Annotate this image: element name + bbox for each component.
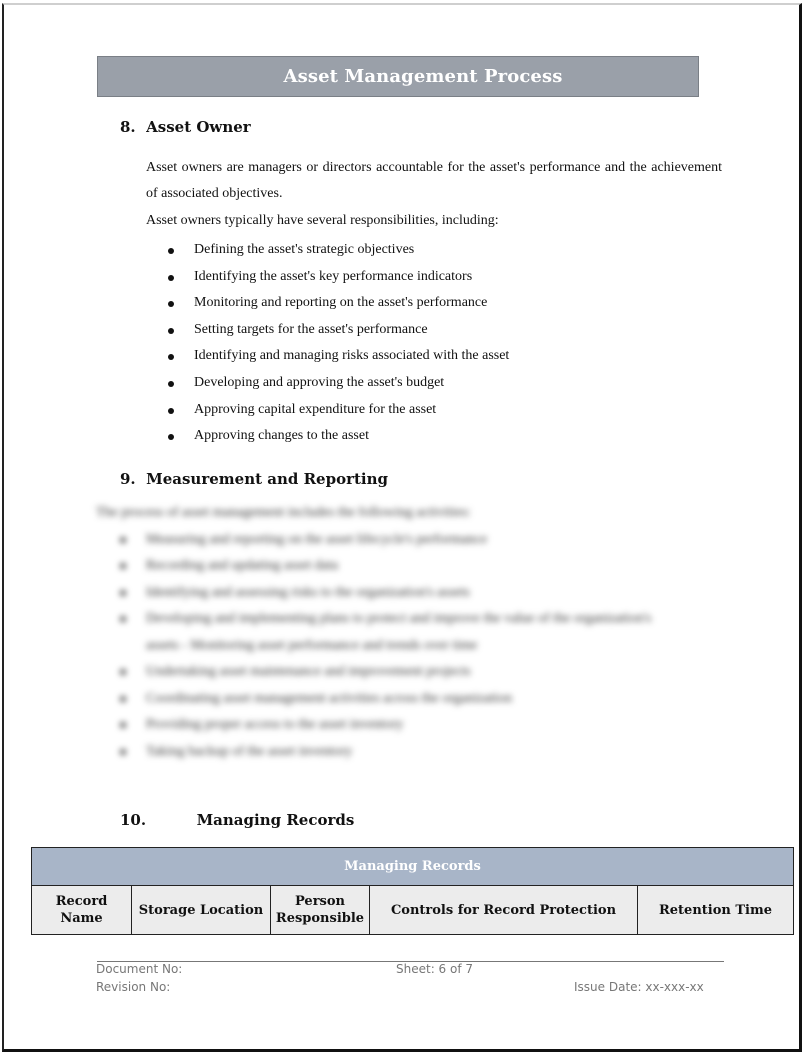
- bullet-icon: [120, 589, 126, 596]
- asset-owner-paragraph: Asset owners are managers or directors a…: [146, 160, 722, 201]
- section-number: 10.: [120, 811, 147, 829]
- section-title: Measurement and Reporting: [146, 470, 389, 488]
- section-9-heading: 9. Measurement and Reporting: [120, 470, 388, 488]
- list-item-text: Developing and implementing plans to pro…: [146, 611, 652, 626]
- list-item-text: Identifying and assessing risks to the o…: [146, 584, 470, 600]
- bullet-icon: [120, 722, 126, 728]
- list-item-text: Approving changes to the asset: [194, 428, 369, 444]
- bullet-icon: [168, 327, 174, 334]
- list-item-continuation: assets - Monitoring asset performance an…: [96, 633, 736, 660]
- column-header-retention-time: Retention Time: [637, 885, 794, 935]
- footer-issue-date: Issue Date: xx-xxx-xx: [574, 980, 704, 994]
- asset-owner-responsibilities-intro: Asset owners typically have several resp…: [146, 213, 499, 228]
- footer-sheet: Sheet: 6 of 7: [396, 962, 474, 976]
- list-item-text: Providing proper access to the asset inv…: [146, 717, 404, 732]
- bullet-icon: [168, 434, 174, 441]
- managing-records-table: Managing Records Record Name Storage Loca…: [31, 847, 794, 935]
- section-number: 9.: [120, 470, 136, 488]
- list-item: Measuring and reporting on the asset lif…: [96, 527, 736, 554]
- bullet-icon: [168, 301, 174, 308]
- column-header-controls: Controls for Record Protection: [369, 885, 638, 935]
- list-item-text: Defining the asset's strategic objective…: [194, 242, 415, 257]
- list-item-text: Identifying and managing risks associate…: [194, 348, 510, 364]
- column-header-storage-location: Storage Location: [131, 885, 271, 935]
- list-item: Approving changes to the asset: [146, 423, 509, 450]
- list-item-text: Approving capital expenditure for the as…: [194, 401, 437, 417]
- footer-revision-no: Revision No:: [96, 980, 171, 994]
- footer-document-no: Document No:: [96, 962, 183, 976]
- list-item-text: Recording and updating asset data: [146, 558, 339, 573]
- bullet-icon: [168, 354, 174, 361]
- list-item: Developing and approving the asset's bud…: [146, 370, 509, 397]
- section-title: Managing Records: [196, 811, 355, 829]
- blurred-list: Measuring and reporting on the asset lif…: [96, 527, 736, 766]
- table-caption-row: Managing Records: [31, 847, 794, 886]
- bullet-icon: [168, 380, 174, 387]
- section-8-heading: 8. Asset Owner: [120, 118, 251, 136]
- list-item: Developing and implementing plans to pro…: [96, 606, 736, 633]
- column-header-record-name: Record Name: [31, 885, 132, 935]
- bullet-icon: [120, 563, 126, 569]
- list-item-text: Monitoring and reporting on the asset's …: [194, 295, 488, 311]
- list-item-text: Measuring and reporting on the asset lif…: [146, 531, 488, 547]
- list-item: Identifying and assessing risks to the o…: [96, 580, 736, 607]
- bullet-icon: [168, 274, 174, 281]
- document-title: Asset Management Process: [283, 66, 563, 87]
- list-item-text: Taking backup of the asset inventory: [146, 743, 353, 759]
- document-page: Asset Management Process 8. Asset Owner …: [2, 3, 802, 1052]
- document-title-bar: Asset Management Process: [97, 56, 699, 97]
- list-item-text: Developing and approving the asset's bud…: [194, 374, 445, 390]
- list-item: Providing proper access to the asset inv…: [96, 712, 736, 739]
- bullet-icon: [168, 407, 174, 414]
- list-item: Coordinating asset management activities…: [96, 686, 736, 713]
- list-item: Identifying and managing risks associate…: [146, 343, 509, 370]
- list-item: Approving capital expenditure for the as…: [146, 397, 509, 424]
- list-item-text: Coordinating asset management activities…: [146, 690, 512, 706]
- section-title: Asset Owner: [146, 118, 251, 136]
- table-header-row: Record Name Storage Location Person Respon…: [31, 885, 794, 935]
- bullet-icon: [168, 248, 174, 254]
- list-item: Identifying the asset's key performance …: [146, 264, 509, 291]
- blurred-preview-content: The process of asset management includes…: [96, 500, 736, 765]
- list-item-text: Identifying the asset's key performance …: [194, 268, 473, 284]
- list-item: Recording and updating asset data: [96, 553, 736, 580]
- list-item-text: assets - Monitoring asset performance an…: [146, 637, 478, 653]
- section-10-heading: 10. Managing Records: [120, 811, 354, 829]
- list-item: Defining the asset's strategic objective…: [146, 237, 509, 264]
- section-number: 8.: [120, 118, 136, 136]
- table-caption: Managing Records: [31, 847, 794, 886]
- bullet-icon: [120, 695, 126, 702]
- bullet-icon: [120, 748, 126, 755]
- list-item: Taking backup of the asset inventory: [96, 739, 736, 766]
- bullet-icon: [120, 669, 126, 675]
- asset-owner-responsibilities-list: Defining the asset's strategic objective…: [146, 237, 509, 450]
- list-item: Undertaking asset maintenance and improv…: [96, 659, 736, 686]
- bullet-icon: [120, 536, 126, 543]
- column-header-person-responsible: Person Responsible: [270, 885, 370, 935]
- bullet-icon: [120, 616, 126, 622]
- list-item: Setting targets for the asset's performa…: [146, 317, 509, 344]
- list-item-text: Setting targets for the asset's performa…: [194, 321, 428, 337]
- list-item: Monitoring and reporting on the asset's …: [146, 290, 509, 317]
- list-item-text: Undertaking asset maintenance and improv…: [146, 664, 471, 679]
- blurred-intro: The process of asset management includes…: [96, 505, 471, 520]
